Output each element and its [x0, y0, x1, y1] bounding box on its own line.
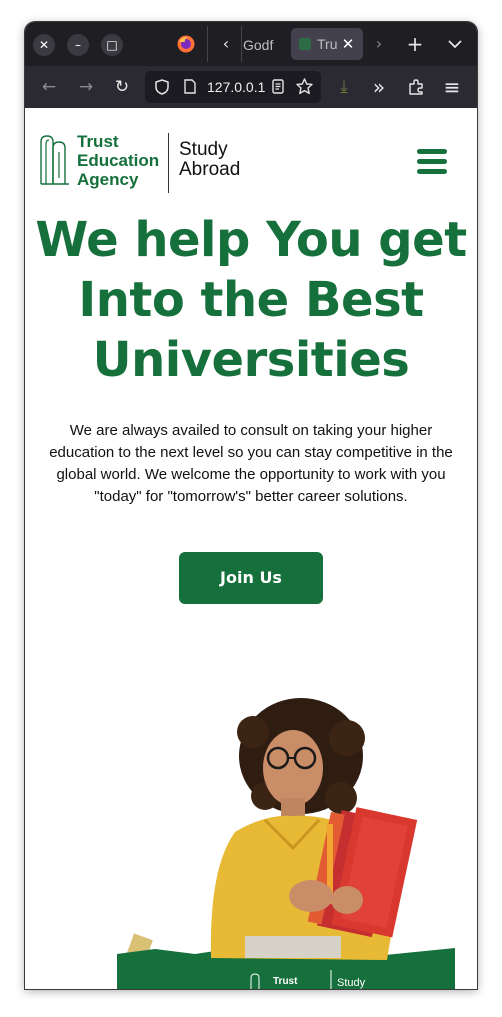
join-us-button[interactable]: Join Us: [179, 552, 323, 604]
site-favicon-icon: [299, 38, 311, 50]
web-page: Trust Education Agency Study Abroad We h…: [25, 108, 477, 989]
logo-name-line: Trust: [77, 132, 119, 151]
star-icon: [295, 78, 313, 95]
student-face: [263, 730, 323, 806]
hamburger-menu-icon[interactable]: [417, 149, 447, 175]
reload-icon[interactable]: ↻: [110, 75, 134, 99]
reader-view-icon[interactable]: [267, 75, 289, 99]
firefox-logo-icon: [177, 35, 195, 53]
logo-tagline: Study Abroad: [179, 140, 240, 180]
logo-name: Trust Education Agency: [77, 132, 159, 189]
tab-bar: ✕ – □ ‹ Godf Tru ✕ › +: [25, 22, 477, 66]
chevron-down-icon: [448, 40, 462, 49]
hero-student-image: Trust Study: [115, 698, 465, 989]
extensions-icon[interactable]: [404, 75, 428, 99]
close-window-icon[interactable]: ✕: [33, 34, 55, 56]
book-logo-icon: [40, 135, 69, 185]
minimize-window-icon[interactable]: –: [67, 34, 89, 56]
logo-tagline-line: Study: [179, 139, 228, 160]
maximize-window-icon[interactable]: □: [101, 34, 123, 56]
firefox-view-icon[interactable]: [173, 32, 199, 56]
tab-separator: [207, 26, 208, 62]
document-icon: [184, 79, 196, 94]
list-all-tabs-icon[interactable]: [443, 32, 467, 56]
navigation-bar: ← → ↻ 127.0.0.1 ⤓ » ≡: [25, 66, 477, 108]
logo-name-line: Agency: [77, 170, 139, 189]
puzzle-piece-icon: [409, 79, 423, 95]
bookmark-star-icon[interactable]: [293, 75, 315, 99]
hero-title: We help You get Into the Best Universiti…: [25, 210, 477, 390]
url-text[interactable]: 127.0.0.1: [207, 71, 265, 103]
tab-active-title: Tru: [317, 36, 338, 52]
scroll-tabs-right-icon[interactable]: ›: [367, 32, 391, 56]
student-photo: Trust Study: [117, 698, 455, 989]
shield-icon[interactable]: [151, 75, 173, 99]
hamburger-bar: [417, 169, 447, 174]
back-icon[interactable]: ←: [37, 75, 61, 99]
logo-name-line: Education: [77, 151, 160, 170]
forward-icon[interactable]: →: [74, 75, 98, 99]
new-tab-icon[interactable]: +: [403, 32, 427, 56]
site-logo[interactable]: Trust Education Agency Study Abroad: [39, 132, 249, 196]
hamburger-bar: [417, 159, 447, 164]
url-bar[interactable]: 127.0.0.1: [145, 71, 321, 103]
close-tab-icon[interactable]: ✕: [339, 34, 357, 54]
tab-separator: [241, 26, 242, 62]
banner-logo-name: Trust: [273, 976, 298, 987]
hero-description: We are always availed to consult on taki…: [49, 422, 453, 505]
browser-window: ✕ – □ ‹ Godf Tru ✕ › + ← → ↻ 127.0.0.1 ⤓…: [25, 22, 477, 989]
tracking-protection-shield-icon: [155, 79, 169, 95]
hero-title-line: Into the Best: [78, 272, 424, 328]
app-menu-icon[interactable]: ≡: [440, 75, 464, 99]
scroll-tabs-left-icon[interactable]: ‹: [215, 32, 237, 56]
page-info-icon[interactable]: [179, 75, 201, 99]
hamburger-bar: [417, 149, 447, 154]
banner-logo-tagline: Study: [337, 977, 366, 989]
reader-view-page-icon: [272, 79, 284, 94]
downloads-icon[interactable]: ⤓: [332, 75, 356, 99]
tab-active[interactable]: Tru ✕: [291, 28, 363, 60]
hero-title-line: We help You get: [35, 212, 467, 268]
logo-divider: [168, 133, 169, 193]
overflow-menu-icon[interactable]: »: [367, 75, 391, 99]
tab-inactive[interactable]: Godf: [243, 30, 293, 60]
logo-tagline-line: Abroad: [179, 159, 241, 180]
hero-title-line: Universities: [92, 332, 410, 388]
